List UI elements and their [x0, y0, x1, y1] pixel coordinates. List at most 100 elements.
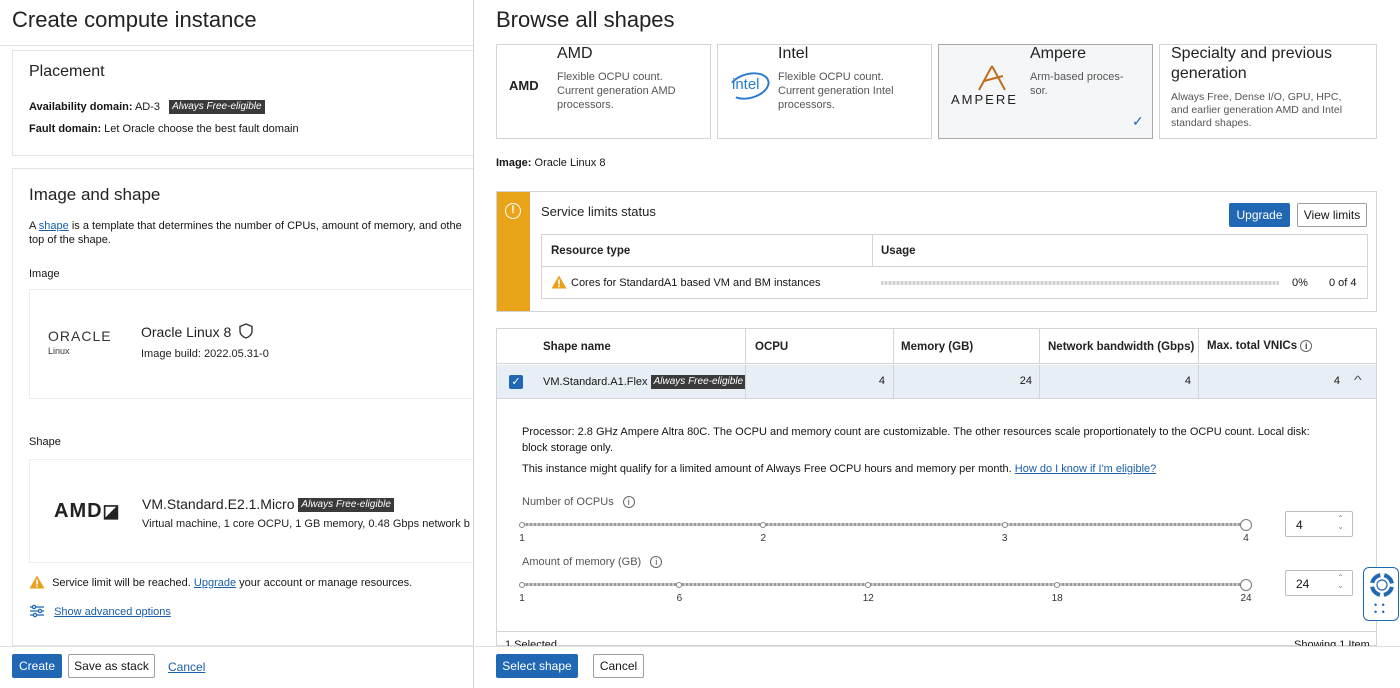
chevron-up-icon[interactable]: ^: [1354, 373, 1362, 387]
row-shape-name: VM.Standard.A1.Flex Always Free-eligible: [543, 375, 747, 389]
col-divider: [745, 365, 746, 399]
series-name: Intel: [778, 45, 809, 62]
divider: [497, 631, 1376, 632]
col-resource-type: Resource type: [551, 245, 631, 257]
select-shape-button[interactable]: Select shape: [496, 654, 578, 678]
shape-link[interactable]: shape: [39, 220, 69, 232]
info-icon[interactable]: i: [622, 496, 635, 509]
slider-tick-label: 18: [1051, 593, 1063, 604]
col-shape-name[interactable]: Shape name: [543, 341, 611, 353]
shape-name: VM.Standard.E2.1.Micro Always Free-eligi…: [142, 496, 394, 513]
col-divider: [893, 329, 894, 364]
memory-slider-label: Amount of memory (GB) i: [522, 556, 663, 569]
series-card-specialty[interactable]: Specialty and previous generation Always…: [1159, 44, 1377, 139]
create-button[interactable]: Create: [12, 654, 62, 678]
row-vnics: 4: [1333, 375, 1340, 387]
cancel-button[interactable]: Cancel: [593, 654, 644, 678]
fd-value: Let Oracle choose the best fault domain: [104, 123, 299, 135]
row-checkbox[interactable]: ✓: [509, 375, 523, 389]
warning-icon: [551, 275, 567, 289]
col-ocpu[interactable]: OCPU: [755, 341, 788, 353]
upgrade-button[interactable]: Upgrade: [1229, 203, 1290, 227]
slider-tick: [676, 581, 683, 588]
col-divider: [893, 365, 894, 399]
view-limits-button[interactable]: View limits: [1297, 203, 1367, 227]
browse-shapes-panel: Browse all shapes AMD AMD Flexible OCPU …: [475, 0, 1400, 688]
col-bandwidth[interactable]: Network bandwidth (Gbps): [1048, 341, 1194, 353]
oracle-logo-sub: Linux: [48, 346, 70, 356]
usage-percent: 0%: [1292, 277, 1308, 289]
service-limits-box: ! Service limits status Upgrade View lim…: [496, 191, 1377, 312]
series-card-intel[interactable]: intel Intel Flexible OCPU count. Current …: [717, 44, 932, 139]
browse-title: Browse all shapes: [496, 7, 675, 32]
table-row[interactable]: ✓ VM.Standard.A1.Flex Always Free-eligib…: [497, 365, 1376, 399]
slider-tick: [519, 581, 525, 588]
alert-icon: !: [505, 203, 521, 219]
service-limit-warning: Service limit will be reached. Upgrade y…: [29, 575, 412, 589]
processor-detail: Processor: 2.8 GHz Ampere Altra 80C. The…: [522, 426, 1310, 454]
series-desc: Flexible OCPU count. Current generation I…: [778, 71, 894, 111]
check-icon: ✓: [1132, 113, 1144, 129]
warning-icon: [29, 575, 45, 589]
image-tile[interactable]: ORACLE Linux Oracle Linux 8 Image build:…: [29, 289, 473, 399]
free-tier-text: This instance might qualify for a limite…: [522, 463, 1015, 475]
advanced-options[interactable]: Show advanced options: [29, 604, 171, 618]
image-shape-heading: Image and shape: [29, 185, 161, 204]
slider-tick-label: 1: [519, 533, 525, 544]
col-memory[interactable]: Memory (GB): [901, 341, 973, 353]
grid-icon: • • • •: [1374, 600, 1386, 617]
series-name: Specialty and previous: [1171, 45, 1332, 62]
eligibility-link[interactable]: How do I know if I'm eligible?: [1015, 463, 1157, 475]
shapes-table-header: Shape name OCPU Memory (GB) Network band…: [497, 329, 1376, 364]
info-icon[interactable]: i: [650, 556, 663, 569]
left-footer: Create Save as stack Cancel: [0, 646, 473, 688]
slider-tick: [760, 521, 767, 528]
placement-heading: Placement: [29, 63, 105, 80]
save-as-stack-button[interactable]: Save as stack: [68, 654, 155, 678]
slider-tick: [519, 521, 525, 528]
series-desc: Flexible OCPU count. Current generation A…: [557, 71, 676, 111]
resource-name: Cores for StandardA1 based VM and BM ins…: [571, 277, 821, 289]
shape-tile[interactable]: AMD◪ VM.Standard.E2.1.Micro Always Free-…: [29, 459, 473, 563]
desc-text: is a template that determines the number…: [68, 220, 462, 232]
image-shape-section: Image and shape A shape is a template th…: [12, 168, 473, 646]
warning-text: your account or manage resources.: [236, 577, 413, 589]
stepper-icon[interactable]: ⌃ ⌄: [1337, 515, 1344, 531]
col-usage: Usage: [881, 245, 916, 257]
stepper-icon[interactable]: ⌃ ⌄: [1337, 574, 1344, 590]
show-advanced-link[interactable]: Show advanced options: [54, 606, 171, 618]
image-name: Oracle Linux 8: [141, 323, 253, 340]
memory-slider[interactable]: 1 6 12 18 24: [519, 569, 1252, 604]
slider-handle[interactable]: [1240, 518, 1252, 531]
ocpu-input[interactable]: 4 ⌃ ⌄: [1285, 511, 1353, 537]
always-free-badge: Always Free-eligible: [169, 100, 265, 114]
availability-domain: Availability domain: AD-3 Always Free-el…: [29, 100, 265, 114]
usage-bar: [881, 281, 1279, 285]
shape-name-text: VM.Standard.A1.Flex: [543, 375, 648, 388]
memory-input[interactable]: 24 ⌃ ⌄: [1285, 570, 1353, 596]
placement-section: Placement Availability domain: AD-3 Alwa…: [12, 50, 473, 156]
col-vnics[interactable]: Max. total VNICs i: [1207, 340, 1313, 352]
shape-desc: Virtual machine, 1 core OCPU, 1 GB memor…: [142, 518, 470, 530]
series-card-ampere[interactable]: AMPERE Ampere Arm-based proces-sor. ✓: [938, 44, 1153, 139]
divider: [0, 45, 473, 46]
oracle-logo: ORACLE: [48, 328, 112, 344]
info-icon[interactable]: i: [1300, 340, 1313, 352]
warning-text: Service limit will be reached.: [52, 577, 194, 589]
create-instance-panel: Create compute instance Placement Availa…: [0, 0, 474, 688]
ocpu-slider[interactable]: 1 2 3 4: [519, 509, 1252, 544]
fault-domain: Fault domain: Let Oracle choose the best…: [29, 123, 299, 135]
cancel-link[interactable]: Cancel: [168, 660, 205, 674]
series-name: Ampere: [1030, 45, 1087, 62]
slider-handle[interactable]: [1240, 578, 1252, 591]
upgrade-link[interactable]: Upgrade: [194, 577, 236, 589]
always-free-badge: Always Free-eligible: [298, 498, 394, 513]
series-card-amd[interactable]: AMD AMD Flexible OCPU count. Current gene…: [496, 44, 711, 139]
help-widget[interactable]: • • • •: [1363, 567, 1399, 621]
limits-row: Cores for StandardA1 based VM and BM ins…: [542, 268, 1367, 298]
sliders-icon: [30, 604, 44, 618]
col-divider: [1198, 365, 1199, 399]
series-name-2: generation: [1171, 65, 1247, 82]
page-title: Create compute instance: [12, 7, 257, 32]
slider-tick: [1001, 521, 1008, 528]
